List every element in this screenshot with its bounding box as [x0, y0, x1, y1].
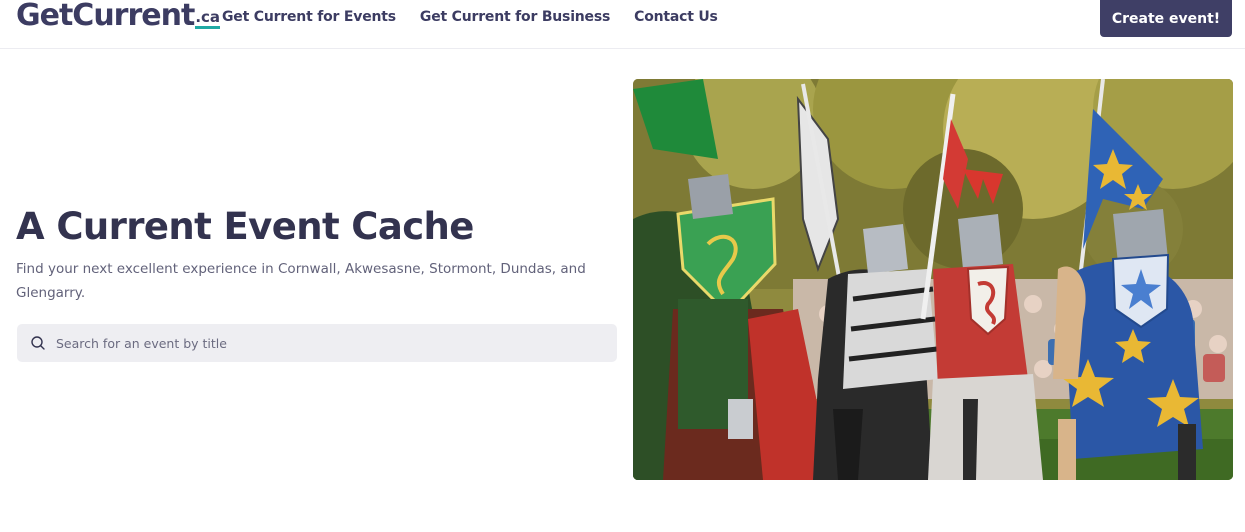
search-icon: [30, 335, 46, 351]
nav-link-events[interactable]: Get Current for Events: [222, 9, 396, 25]
logo-wordmark: GetCurrent: [16, 0, 195, 33]
create-event-button[interactable]: Create event!: [1100, 0, 1232, 37]
getcurrent-logo[interactable]: GetCurrent .ca: [16, 0, 221, 33]
main-nav: Get Current for Events Get Current for B…: [222, 9, 742, 25]
logo-domain-suffix: .ca: [195, 8, 221, 29]
nav-link-contact[interactable]: Contact Us: [634, 9, 718, 25]
hero-image-jousting-knights: [633, 79, 1233, 480]
page-title: A Current Event Cache: [16, 205, 474, 248]
nav-link-business[interactable]: Get Current for Business: [420, 9, 610, 25]
page-subtitle: Find your next excellent experience in C…: [16, 261, 586, 301]
top-navigation: GetCurrent .ca Get Current for Events Ge…: [0, 0, 1245, 49]
search-input[interactable]: [56, 324, 617, 362]
search-bar[interactable]: [17, 324, 617, 362]
